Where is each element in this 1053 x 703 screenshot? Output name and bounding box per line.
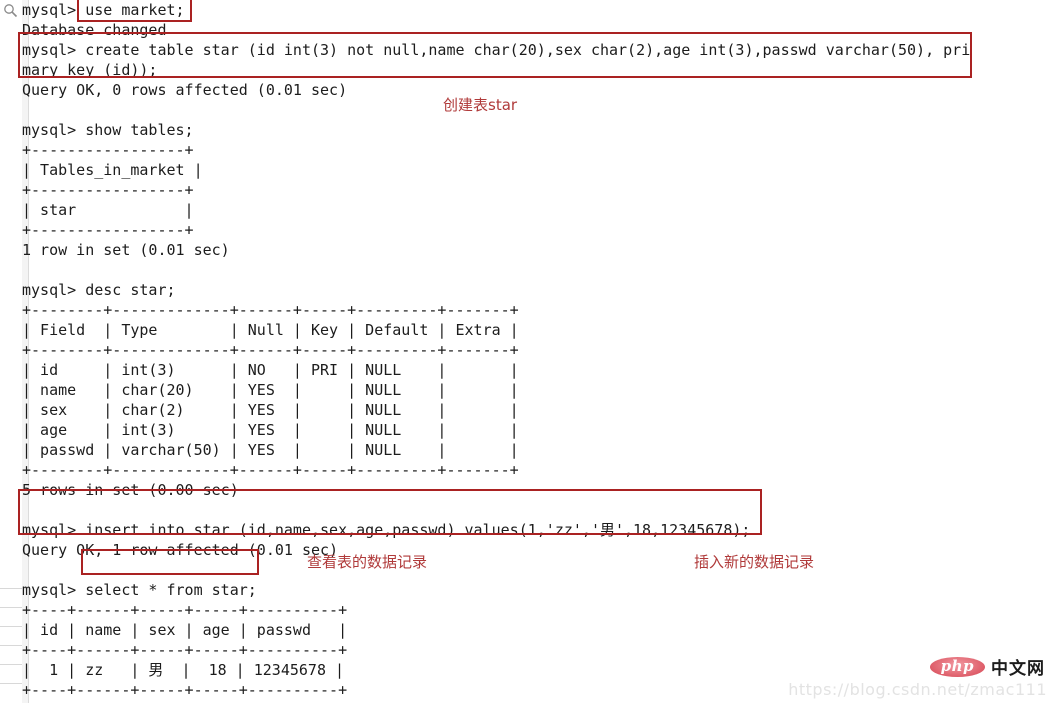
terminal-line: 5 rows in set (0.00 sec) [22, 481, 239, 499]
left-gutter [0, 0, 23, 703]
gutter-divider [0, 664, 22, 665]
annotation-insert: 插入新的数据记录 [694, 553, 815, 571]
terminal-line: | passwd | varchar(50) | YES | | NULL | … [22, 441, 519, 459]
mysql-terminal-output: mysql> use market; Database changed mysq… [22, 0, 1053, 703]
terminal-line: +----+------+-----+-----+----------+ [22, 601, 348, 619]
terminal-line: | age | int(3) | YES | | NULL | | [22, 421, 519, 439]
terminal-line: 1 row in set (0.01 sec) [22, 241, 230, 259]
terminal-line: Database changed [22, 21, 167, 39]
php-logo-text: 中文网 [991, 659, 1045, 679]
terminal-line: mysql> create table star (id int(3) not … [22, 41, 971, 59]
terminal-line: +--------+-------------+------+-----+---… [22, 341, 519, 359]
gutter-divider [0, 588, 22, 589]
terminal-line: | Field | Type | Null | Key | Default | … [22, 321, 519, 339]
annotation-create-table: 创建表star [443, 96, 518, 114]
terminal-line: +--------+-------------+------+-----+---… [22, 461, 519, 479]
gutter-divider [0, 607, 22, 608]
terminal-line: | name | char(20) | YES | | NULL | | [22, 381, 519, 399]
terminal-line: mysql> use market; [22, 1, 185, 19]
gutter-divider [0, 626, 22, 627]
terminal-line: +-----------------+ [22, 181, 194, 199]
gutter-divider [0, 645, 22, 646]
terminal-line: +----+------+-----+-----+----------+ [22, 641, 348, 659]
terminal-line: Query OK, 0 rows affected (0.01 sec) [22, 81, 348, 99]
terminal-line: mysql> desc star; [22, 281, 176, 299]
gutter-divider [0, 683, 22, 684]
terminal-line: +-----------------+ [22, 221, 194, 239]
terminal-line: | Tables_in_market | [22, 161, 203, 179]
terminal-line: +--------+-------------+------+-----+---… [22, 301, 519, 319]
terminal-line: +-----------------+ [22, 141, 194, 159]
terminal-line: mary key (id)); [22, 61, 158, 79]
search-icon[interactable] [3, 3, 18, 18]
terminal-line: mysql> select * from star; [22, 581, 257, 599]
terminal-line: | star | [22, 201, 194, 219]
annotation-select: 查看表的数据记录 [307, 553, 428, 571]
terminal-line: | sex | char(2) | YES | | NULL | | [22, 401, 519, 419]
terminal-line: Query OK, 1 row affected (0.01 sec) [22, 541, 339, 559]
watermark-logo: php 中文网 [929, 654, 1045, 679]
terminal-line: | id | name | sex | age | passwd | [22, 621, 348, 639]
terminal-line: | 1 | zz | 男 | 18 | 12345678 | [22, 661, 345, 679]
blog-url-watermark: https://blog.csdn.net/zmac111 [788, 680, 1047, 699]
terminal-line: | id | int(3) | NO | PRI | NULL | | [22, 361, 519, 379]
terminal-line: +----+------+-----+-----+----------+ [22, 681, 348, 699]
php-logo-badge: php [929, 656, 985, 677]
terminal-line: mysql> insert into star (id,name,sex,age… [22, 521, 751, 539]
terminal-line: mysql> show tables; [22, 121, 194, 139]
